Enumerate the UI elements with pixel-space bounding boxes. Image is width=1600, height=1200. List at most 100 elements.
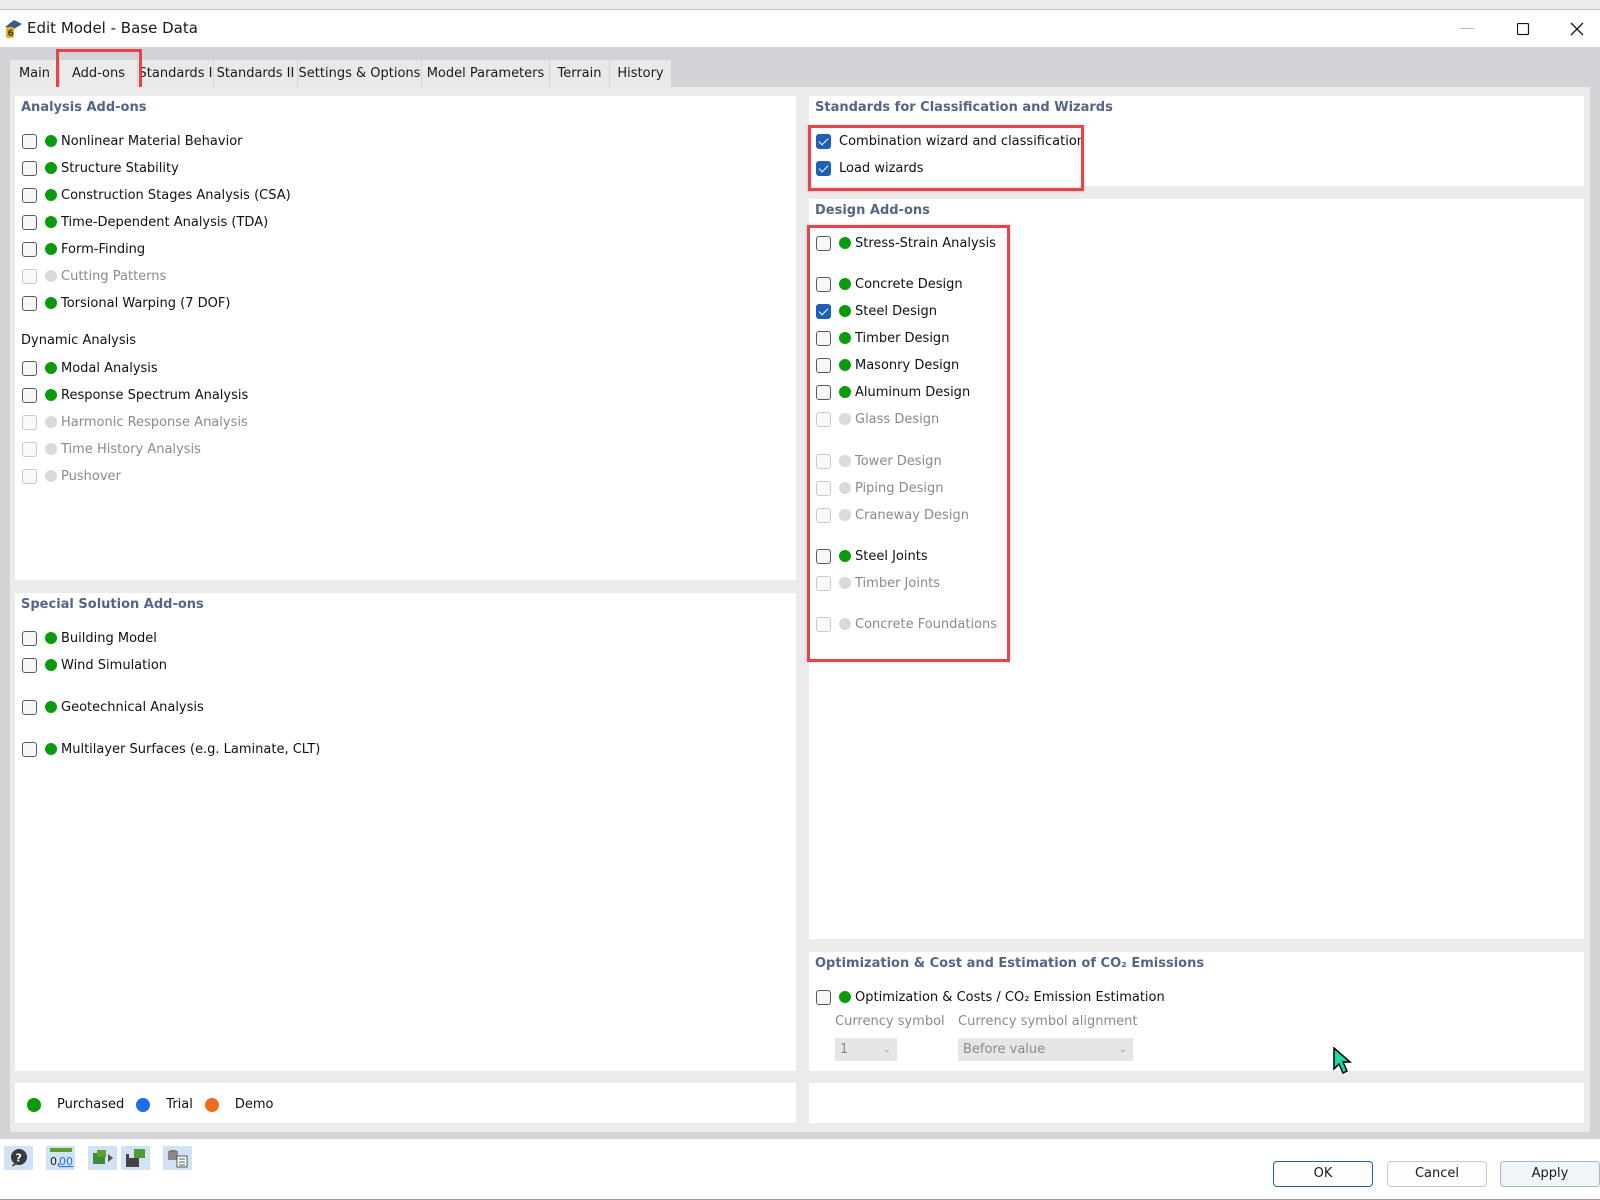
legend-demo: Demo bbox=[234, 1097, 274, 1112]
checkbox bbox=[816, 616, 831, 632]
addon-steel-design[interactable]: Steel Design bbox=[816, 301, 937, 321]
units-decimals-button[interactable]: 0, 00 bbox=[46, 1146, 75, 1170]
addon-building-model[interactable]: Building Model bbox=[22, 628, 157, 648]
close-button[interactable] bbox=[1554, 11, 1600, 47]
checkbox[interactable] bbox=[22, 241, 37, 257]
addon-torsional-warping[interactable]: Torsional Warping (7 DOF) bbox=[22, 293, 230, 313]
tab-add-ons[interactable]: Add-ons bbox=[60, 60, 138, 87]
tab-standards-i[interactable]: Standards I bbox=[138, 60, 214, 87]
checkbox[interactable] bbox=[22, 295, 37, 311]
addon-response-spectrum[interactable]: Response Spectrum Analysis bbox=[22, 385, 248, 405]
ok-button[interactable]: OK bbox=[1273, 1161, 1373, 1187]
addon-wind-simulation[interactable]: Wind Simulation bbox=[22, 655, 167, 675]
checkbox[interactable] bbox=[22, 214, 37, 230]
option-load-wizards[interactable]: Load wizards bbox=[816, 158, 924, 178]
checkbox[interactable] bbox=[816, 330, 831, 346]
addon-geotechnical[interactable]: Geotechnical Analysis bbox=[22, 697, 204, 717]
right-footer-panel bbox=[809, 1083, 1584, 1123]
rfem-app-icon: 6 bbox=[2, 17, 24, 39]
help-button[interactable]: ? bbox=[4, 1146, 33, 1170]
status-purchased-icon bbox=[839, 359, 851, 371]
checkbox[interactable] bbox=[22, 699, 37, 715]
bottom-toolbar: ? 0, 00 OK Cancel Apply bbox=[0, 1139, 1600, 1200]
checkbox[interactable] bbox=[816, 357, 831, 373]
addon-cutting-patterns: Cutting Patterns bbox=[22, 266, 166, 286]
checkbox bbox=[816, 411, 831, 427]
addon-form-finding[interactable]: Form-Finding bbox=[22, 239, 145, 259]
checkbox[interactable] bbox=[22, 630, 37, 646]
checkbox[interactable] bbox=[22, 657, 37, 673]
standards-wizards-panel: Standards for Classification and Wizards… bbox=[809, 96, 1584, 186]
addon-masonry-design[interactable]: Masonry Design bbox=[816, 355, 959, 375]
close-icon bbox=[1570, 22, 1584, 36]
currency-alignment-select[interactable]: Before value ⌄ bbox=[958, 1038, 1133, 1061]
addon-steel-joints[interactable]: Steel Joints bbox=[816, 546, 928, 566]
special-addons-title: Special Solution Add-ons bbox=[21, 597, 204, 612]
addon-aluminum-design[interactable]: Aluminum Design bbox=[816, 382, 970, 402]
tab-settings-options[interactable]: Settings & Options bbox=[298, 60, 422, 87]
status-purchased-icon bbox=[839, 332, 851, 344]
tab-history[interactable]: History bbox=[610, 60, 672, 87]
checkbox[interactable] bbox=[22, 387, 37, 403]
tab-terrain[interactable]: Terrain bbox=[550, 60, 610, 87]
checkbox[interactable] bbox=[22, 160, 37, 176]
currency-alignment-label: Currency symbol alignment bbox=[958, 1014, 1138, 1029]
addon-time-dependent[interactable]: Time-Dependent Analysis (TDA) bbox=[22, 212, 268, 232]
svg-text:?: ? bbox=[15, 1152, 21, 1165]
addon-optimization-costs[interactable]: Optimization & Costs / CO₂ Emission Esti… bbox=[816, 987, 1165, 1007]
apply-button[interactable]: Apply bbox=[1500, 1161, 1600, 1187]
status-purchased-icon bbox=[45, 216, 57, 228]
checkbox[interactable] bbox=[22, 741, 37, 757]
design-addons-title: Design Add-ons bbox=[815, 203, 930, 218]
addon-multilayer-surfaces[interactable]: Multilayer Surfaces (e.g. Laminate, CLT) bbox=[22, 739, 320, 759]
checkbox-checked[interactable] bbox=[816, 133, 831, 149]
status-unavailable-icon bbox=[839, 618, 851, 630]
tab-standards-ii[interactable]: Standards II bbox=[214, 60, 298, 87]
maximize-button[interactable] bbox=[1500, 11, 1546, 47]
addon-pushover: Pushover bbox=[22, 466, 121, 486]
checkbox-checked[interactable] bbox=[816, 303, 831, 319]
standards-wizards-title: Standards for Classification and Wizards bbox=[815, 100, 1113, 115]
checkbox[interactable] bbox=[22, 360, 37, 376]
cancel-button[interactable]: Cancel bbox=[1387, 1161, 1487, 1187]
legend-panel: Purchased Trial Demo bbox=[15, 1083, 796, 1123]
checkbox[interactable] bbox=[22, 187, 37, 203]
minimize-button[interactable] bbox=[1444, 11, 1490, 47]
checkbox[interactable] bbox=[22, 133, 37, 149]
database-document-button[interactable] bbox=[163, 1146, 192, 1170]
status-purchased-icon bbox=[45, 659, 57, 671]
dialog-content: Analysis Add-ons Nonlinear Material Beha… bbox=[0, 87, 1600, 1139]
export-model-button[interactable] bbox=[88, 1146, 117, 1170]
maximize-icon bbox=[1516, 22, 1529, 35]
save-model-icon bbox=[125, 1149, 145, 1167]
addon-piping-design: Piping Design bbox=[816, 478, 944, 498]
status-unavailable-icon bbox=[839, 577, 851, 589]
checkbox bbox=[22, 441, 37, 457]
addon-modal-analysis[interactable]: Modal Analysis bbox=[22, 358, 158, 378]
addon-construction-stages[interactable]: Construction Stages Analysis (CSA) bbox=[22, 185, 291, 205]
checkbox[interactable] bbox=[816, 235, 831, 251]
save-model-button[interactable] bbox=[121, 1146, 150, 1170]
checkbox-checked[interactable] bbox=[816, 160, 831, 176]
checkbox[interactable] bbox=[816, 384, 831, 400]
checkbox bbox=[816, 507, 831, 523]
checkbox[interactable] bbox=[816, 276, 831, 292]
addon-glass-design: Glass Design bbox=[816, 409, 939, 429]
addon-concrete-design[interactable]: Concrete Design bbox=[816, 274, 963, 294]
addon-timber-design[interactable]: Timber Design bbox=[816, 328, 949, 348]
addon-structure-stability[interactable]: Structure Stability bbox=[22, 158, 179, 178]
option-combination-wizard[interactable]: Combination wizard and classification bbox=[816, 131, 1085, 151]
checkbox bbox=[816, 575, 831, 591]
currency-symbol-select[interactable]: 1 ⌄ bbox=[835, 1038, 897, 1061]
tab-main[interactable]: Main bbox=[10, 60, 60, 87]
status-purchased-icon bbox=[45, 389, 57, 401]
addon-stress-strain[interactable]: Stress-Strain Analysis bbox=[816, 233, 996, 253]
checkbox bbox=[22, 268, 37, 284]
design-addons-panel: Design Add-ons Stress-Strain Analysis Co… bbox=[809, 199, 1584, 939]
addon-nonlinear-material[interactable]: Nonlinear Material Behavior bbox=[22, 131, 243, 151]
checkbox[interactable] bbox=[816, 548, 831, 564]
checkbox bbox=[22, 414, 37, 430]
checkbox[interactable] bbox=[816, 989, 831, 1005]
status-purchased-icon bbox=[45, 243, 57, 255]
tab-model-parameters[interactable]: Model Parameters bbox=[422, 60, 550, 87]
